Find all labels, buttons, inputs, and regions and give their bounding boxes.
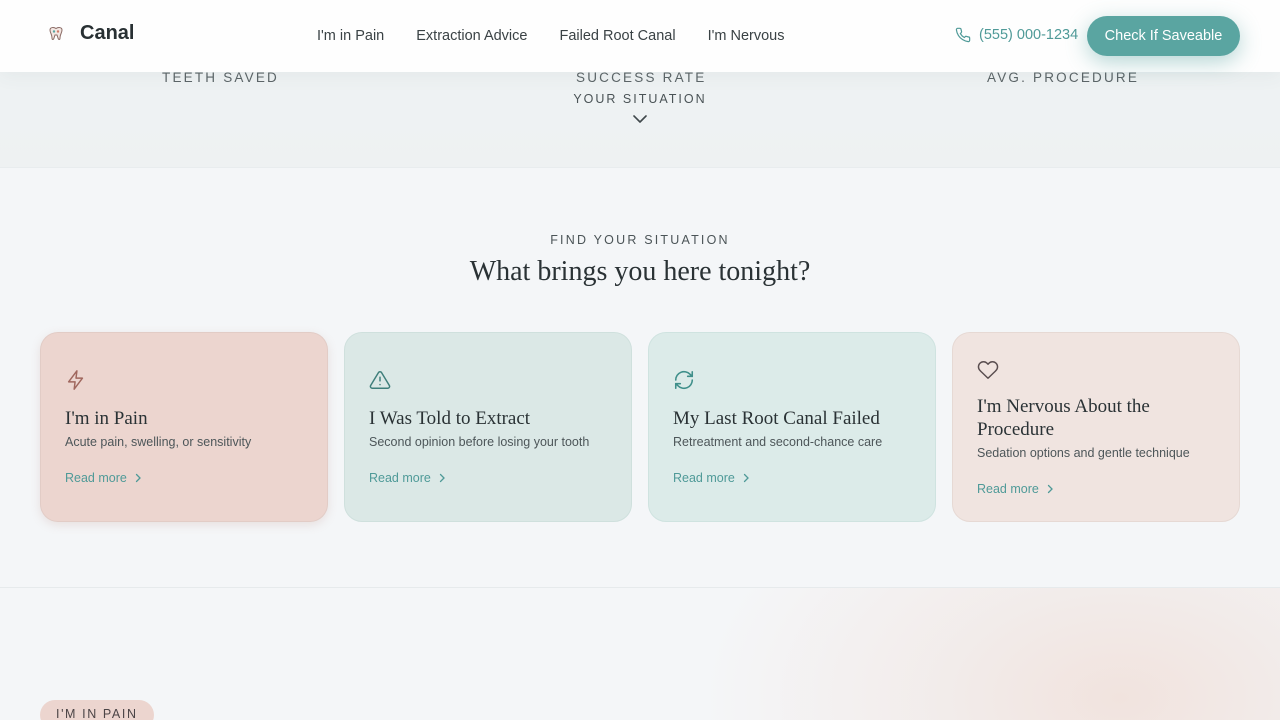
card-title: My Last Root Canal Failed <box>673 408 880 429</box>
situation-card-pain[interactable]: I'm in Pain Acute pain, swelling, or sen… <box>40 332 328 522</box>
section-pill: I'M IN PAIN <box>40 700 154 720</box>
scroll-hint-label: YOUR SITUATION <box>573 92 707 106</box>
stat-label-teeth-saved: TEETH SAVED <box>162 70 279 85</box>
read-more-label: Read more <box>369 471 431 485</box>
tooth-logo-icon <box>49 26 63 40</box>
card-title: I Was Told to Extract <box>369 408 531 429</box>
read-more-label: Read more <box>673 471 735 485</box>
refresh-icon <box>674 370 694 390</box>
read-more-link[interactable]: Read more <box>673 471 751 485</box>
nav-link-extraction-advice[interactable]: Extraction Advice <box>416 28 527 44</box>
check-if-saveable-button[interactable]: Check If Saveable <box>1087 16 1240 56</box>
stat-label-avg-procedure: AVG. PROCEDURE <box>987 70 1140 85</box>
read-more-link[interactable]: Read more <box>65 471 143 485</box>
situation-card-extraction[interactable]: I Was Told to Extract Second opinion bef… <box>344 332 632 522</box>
stat-label-success-rate: SUCCESS RATE <box>576 70 707 85</box>
nav-links: I'm in Pain Extraction Advice Failed Roo… <box>317 28 784 44</box>
card-description: Second opinion before losing your tooth <box>369 435 590 449</box>
section-title: What brings you here tonight? <box>469 256 811 287</box>
scroll-hint[interactable]: YOUR SITUATION <box>0 92 1280 128</box>
situation-card-nervous[interactable]: I'm Nervous About the Procedure Sedation… <box>952 332 1240 522</box>
chevron-right-icon <box>135 473 141 483</box>
warning-icon <box>369 370 391 389</box>
chevron-right-icon <box>743 473 749 483</box>
read-more-link[interactable]: Read more <box>369 471 447 485</box>
nav-link-failed-root-canal[interactable]: Failed Root Canal <box>559 28 675 44</box>
chevron-right-icon <box>439 473 445 483</box>
situation-cards: I'm in Pain Acute pain, swelling, or sen… <box>40 332 1240 522</box>
card-description: Sedation options and gentle technique <box>977 446 1190 460</box>
heart-icon <box>977 361 999 379</box>
nav-link-nervous[interactable]: I'm Nervous <box>708 28 785 44</box>
read-more-label: Read more <box>65 471 127 485</box>
phone-number: (555) 000-1234 <box>979 27 1079 43</box>
card-title: I'm Nervous About the Procedure <box>977 396 1150 440</box>
phone-icon <box>955 27 971 43</box>
phone-link[interactable]: (555) 000-1234 <box>955 27 1078 43</box>
logo[interactable]: Canal <box>46 22 134 45</box>
card-title: I'm in Pain <box>65 408 148 429</box>
card-description: Retreatment and second-chance care <box>673 435 883 449</box>
read-more-label: Read more <box>977 482 1039 496</box>
read-more-link[interactable]: Read more <box>977 482 1055 496</box>
chevron-down-icon[interactable] <box>631 110 649 128</box>
top-nav: Canal I'm in Pain Extraction Advice Fail… <box>0 0 1280 72</box>
situation-card-failed-root-canal[interactable]: My Last Root Canal Failed Retreatment an… <box>648 332 936 522</box>
brand-name: Canal <box>80 22 135 44</box>
nav-link-pain[interactable]: I'm in Pain <box>317 28 384 44</box>
pain-section: I'M IN PAIN <box>0 587 1280 720</box>
section-eyebrow: FIND YOUR SITUATION <box>550 233 730 247</box>
card-description: Acute pain, swelling, or sensitivity <box>65 435 252 449</box>
chevron-right-icon <box>1047 484 1053 494</box>
lightning-icon <box>67 370 84 390</box>
